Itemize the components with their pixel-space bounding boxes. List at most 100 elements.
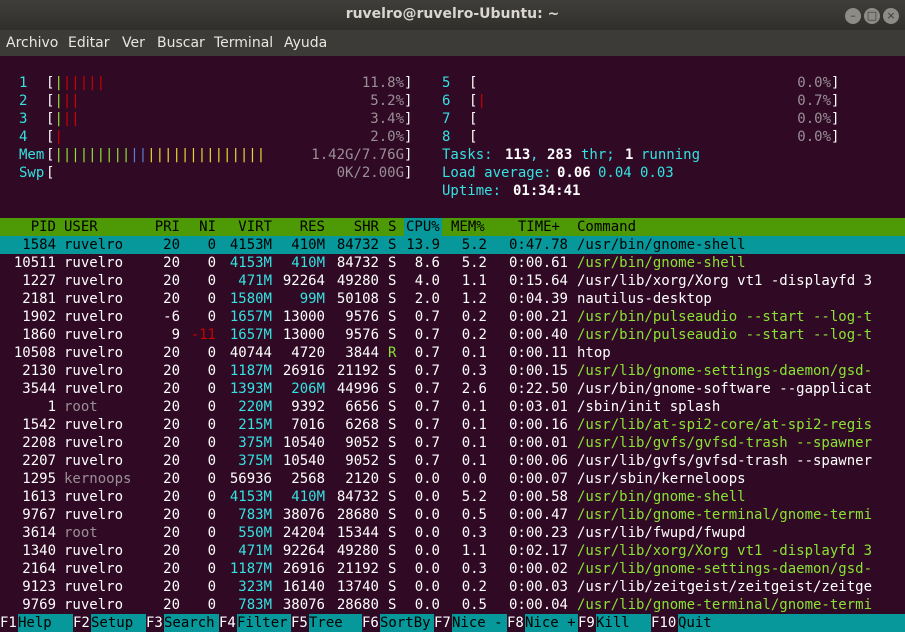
table-row[interactable]: 10508 ruvelro 20 0 40744 4720 3844 R 0.7 0.1 0:00.… (0, 344, 905, 362)
table-row[interactable]: 1542 ruvelro 20 0 215M 7016 6268 S 0.7 0.1 0:00.16… (0, 416, 905, 434)
cell-pid: 2164 (22, 561, 56, 577)
fkey-f5[interactable]: F5 (291, 614, 308, 632)
cell-shr: 28680 (336, 507, 379, 523)
table-row[interactable]: 1613 ruvelro 20 0 4153M 410M 84732 S 0.0 5.2 0:00.… (0, 488, 905, 506)
menu-editar[interactable]: Editar (68, 35, 109, 51)
table-row[interactable]: 10511 ruvelro 20 0 4153M 410M 84732 S 8.6 5.2 0:00… (0, 254, 905, 272)
cell-state: S (388, 453, 397, 469)
table-row[interactable]: 2164 ruvelro 20 0 1187M 26916 21192 S 0.0 0.3 0:00… (0, 560, 905, 578)
fkey-label-help[interactable]: Help (18, 614, 73, 632)
table-row[interactable]: 9769 ruvelro 20 0 783M 38076 28680 S 0.0 0.5 0:00.… (0, 596, 905, 614)
cell-res: 26916 (282, 363, 325, 379)
col-res[interactable]: RES (272, 218, 325, 236)
fkey-label-filter[interactable]: Filter (237, 614, 291, 632)
close-icon[interactable]: × (883, 8, 899, 24)
col-virt[interactable]: VIRT (220, 218, 272, 236)
cell-virt: 1657M (229, 327, 272, 343)
fkey-f3[interactable]: F3 (146, 614, 163, 632)
cell-user: ruvelro (64, 489, 124, 505)
fkey-label-search[interactable]: Search (164, 614, 219, 632)
col-state[interactable]: S (388, 218, 396, 236)
cell-time: 0:22.50 (508, 381, 568, 397)
fkey-label-tree[interactable]: Tree (309, 614, 362, 632)
cell-res: 410M (291, 255, 325, 271)
cell-cpu: 0.0 (414, 489, 440, 505)
cell-res: 13000 (282, 327, 325, 343)
cell-user: ruvelro (64, 597, 124, 613)
table-row[interactable]: 1295 kernoops 20 0 56936 2568 2120 S 0.0 0.0 0:00.… (0, 470, 905, 488)
fkey-label-setup[interactable]: Setup (91, 614, 146, 632)
menu-ayuda[interactable]: Ayuda (284, 35, 327, 51)
fkey-label-kill[interactable]: Kill (596, 614, 651, 632)
menu-ver[interactable]: Ver (122, 35, 145, 51)
cell-pid: 2207 (22, 453, 56, 469)
cell-command: htop (577, 345, 611, 361)
cell-state: S (388, 273, 397, 289)
menu-terminal[interactable]: Terminal (214, 35, 273, 51)
cell-user: ruvelro (64, 291, 124, 307)
col-time[interactable]: TIME+ (490, 218, 560, 236)
table-row[interactable]: 2208 ruvelro 20 0 375M 10540 9052 S 0.7 0.1 0:00.0… (0, 434, 905, 452)
fkey-f2[interactable]: F2 (73, 614, 90, 632)
col-cpu[interactable]: CPU% (404, 218, 442, 236)
col-shr[interactable]: SHR (326, 218, 379, 236)
table-row[interactable]: 1902 ruvelro -6 0 1657M 13000 9576 S 0.7 0.2 0:00.… (0, 308, 905, 326)
maximize-icon[interactable]: □ (864, 8, 880, 24)
fkey-f10[interactable]: F10 (651, 614, 676, 632)
table-row[interactable]: 3614 root 20 0 550M 24204 15344 S 0.0 0.3 0:00.23 /… (0, 524, 905, 542)
table-row[interactable]: 1 root 20 0 220M 9392 6656 S 0.7 0.1 0:03.01/sbin/… (0, 398, 905, 416)
fkey-label-nice[interactable]: Nice + (525, 614, 578, 632)
col-pri[interactable]: PRI (140, 218, 180, 236)
cell-command: /usr/sbin/kerneloops (577, 471, 746, 487)
table-row[interactable]: 2207 ruvelro 20 0 375M 10540 9052 S 0.7 0.1 0:00.0… (0, 452, 905, 470)
table-row[interactable]: 1860 ruvelro 9 -11 1657M 13000 9576 S 0.7 0.2 0:00… (0, 326, 905, 344)
table-row[interactable]: 3544 ruvelro 20 0 1393M 206M 44996 S 0.7 2.6 0:22.… (0, 380, 905, 398)
cell-cpu: 0.7 (414, 453, 440, 469)
cell-ni: 0 (207, 291, 216, 307)
col-command[interactable]: Command (577, 218, 636, 236)
fkey-label-quit[interactable]: Quit (678, 614, 905, 632)
fkey-f7[interactable]: F7 (434, 614, 451, 632)
cpu-meter: 1 [|||||| 11.8%] 5[ 0.0%] (19, 75, 840, 91)
cell-res: 9392 (291, 399, 325, 415)
fkey-f9[interactable]: F9 (578, 614, 595, 632)
fkey-label-sortby[interactable]: SortBy (380, 614, 434, 632)
fkey-f6[interactable]: F6 (362, 614, 379, 632)
fkey-f1[interactable]: F1 (0, 614, 17, 632)
cell-cpu: 0.7 (414, 381, 440, 397)
fkey-f4[interactable]: F4 (219, 614, 236, 632)
menu-archivo[interactable]: Archivo (6, 35, 58, 51)
col-user[interactable]: USER (64, 218, 98, 236)
minimize-icon[interactable]: – (845, 8, 861, 24)
fkey-f8[interactable]: F8 (507, 614, 524, 632)
cell-state: S (388, 579, 397, 595)
cell-virt: 1657M (229, 309, 272, 325)
cell-state: S (388, 561, 397, 577)
cell-ni: 0 (207, 417, 216, 433)
cell-shr: 21192 (336, 363, 379, 379)
table-row[interactable]: 2181 ruvelro 20 0 1580M 99M 50108 S 2.0 1.2 0:04.3… (0, 290, 905, 308)
cell-cpu: 0.0 (414, 597, 440, 613)
cell-pri: 20 (163, 363, 180, 379)
cell-cpu: 0.0 (414, 471, 440, 487)
cell-user: ruvelro (64, 237, 124, 253)
cell-mem: 0.2 (461, 327, 487, 343)
cell-ni: 0 (207, 525, 216, 541)
menu-buscar[interactable]: Buscar (157, 35, 205, 51)
cell-mem: 0.2 (461, 309, 487, 325)
table-row[interactable]: 1584 ruvelro 20 0 4153M 410M 84732 S 13.9 5.2 0:47… (0, 236, 905, 254)
col-pid[interactable]: PID (0, 218, 56, 236)
terminal-area[interactable]: 1 [|||||| 11.8%] 5[ 0.0%] 2 [||| 5.2%] 6 [|… (0, 56, 905, 632)
fkey-label-nice[interactable]: Nice - (452, 614, 507, 632)
table-row[interactable]: 2130 ruvelro 20 0 1187M 26916 21192 S 0.7 0.3 0:00… (0, 362, 905, 380)
cell-res: 24204 (282, 525, 325, 541)
cell-pid: 2130 (22, 363, 56, 379)
col-mem[interactable]: MEM% (451, 218, 485, 236)
table-row[interactable]: 9767 ruvelro 20 0 783M 38076 28680 S 0.0 0.5 0:00.… (0, 506, 905, 524)
table-row[interactable]: 1227 ruvelro 20 0 471M 92264 49280 S 4.0 1.1 0:15.… (0, 272, 905, 290)
cell-mem: 2.6 (461, 381, 487, 397)
table-row[interactable]: 1340 ruvelro 20 0 471M 92264 49280 S 0.0 1.1 0:02.… (0, 542, 905, 560)
col-ni[interactable]: NI (184, 218, 216, 236)
table-row[interactable]: 9123 ruvelro 20 0 323M 16140 13740 S 0.0 0.2 0:00.… (0, 578, 905, 596)
cell-cpu: 0.7 (414, 327, 440, 343)
